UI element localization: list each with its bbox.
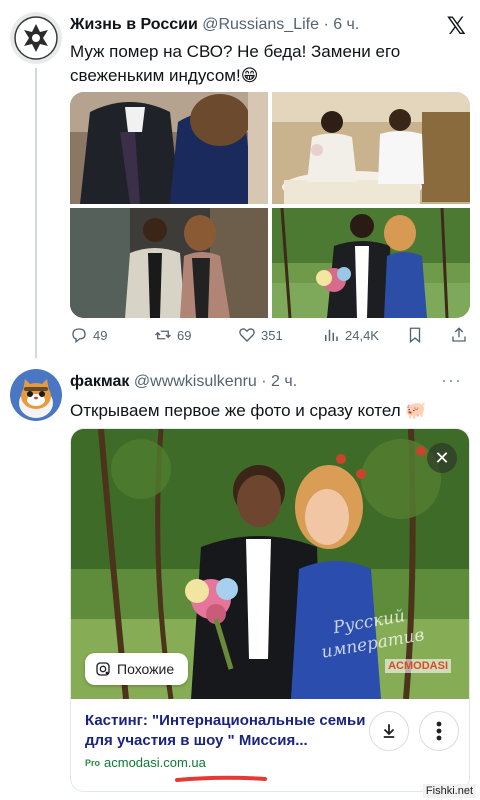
tweet-1-header: Жизнь в России @Russians_Life · 6 ч. bbox=[70, 16, 359, 34]
views-button[interactable]: 24,4K bbox=[322, 326, 379, 344]
views-icon bbox=[325, 329, 338, 341]
x-logo-icon[interactable]: 𝕏 bbox=[447, 12, 466, 41]
result-photo[interactable]: Русский императив ACMODASI ✕ Похожие bbox=[71, 429, 469, 699]
source-favicon: Pro bbox=[85, 757, 101, 768]
photo-4[interactable] bbox=[272, 208, 470, 318]
handle[interactable]: @wwwkisulkenru bbox=[134, 373, 257, 390]
tweet-2-header: факмак @wwwkisulkenru · 2 ч. bbox=[70, 373, 297, 391]
photo-3[interactable] bbox=[70, 208, 268, 318]
lens-result-card[interactable]: Русский императив ACMODASI ✕ Похожие Кас… bbox=[70, 428, 470, 792]
download-icon bbox=[383, 724, 395, 738]
vertical-dots-icon bbox=[436, 721, 442, 741]
watermark-logo: ACMODASI bbox=[385, 659, 451, 673]
photo-grid bbox=[70, 92, 470, 318]
thread-line bbox=[35, 68, 37, 358]
retweet-count: 69 bbox=[177, 327, 192, 343]
tweet-1-text: Муж помер на СВО? Не беда! Замени его св… bbox=[70, 42, 401, 85]
tweet-2-text: Открываем первое же фото и сразу котел 🐖 bbox=[70, 401, 427, 420]
avatar-emblem[interactable] bbox=[10, 12, 62, 64]
close-button[interactable]: ✕ bbox=[427, 443, 457, 473]
share-icon bbox=[452, 327, 466, 342]
like-count: 351 bbox=[261, 327, 283, 343]
similar-label: Похожие bbox=[117, 661, 175, 677]
tweet-1-actions: 49 69 351 24,4K bbox=[70, 326, 470, 348]
timestamp[interactable]: · 6 ч. bbox=[323, 16, 359, 33]
more-options-icon[interactable]: ··· bbox=[441, 370, 462, 391]
tweet-1: Жизнь в России @Russians_Life · 6 ч. 𝕏 М… bbox=[0, 0, 480, 358]
share-button[interactable] bbox=[450, 326, 468, 344]
source-domain: acmodasi.com.ua bbox=[104, 755, 206, 770]
reply-icon bbox=[72, 328, 86, 344]
lens-icon bbox=[96, 662, 110, 676]
site-watermark: Fishki.net bbox=[422, 784, 476, 798]
views-count: 24,4K bbox=[345, 327, 379, 343]
display-name[interactable]: факмак bbox=[70, 373, 129, 390]
bookmark-icon bbox=[409, 327, 421, 344]
like-button[interactable]: 351 bbox=[238, 326, 283, 344]
photo-2[interactable] bbox=[272, 92, 470, 204]
photo-1[interactable] bbox=[70, 92, 268, 204]
result-title[interactable]: Кастинг: "Интернациональные семьи для уч… bbox=[85, 711, 385, 751]
retweet-icon bbox=[155, 330, 171, 340]
reply-count: 49 bbox=[93, 327, 108, 343]
bookmark-button[interactable] bbox=[406, 326, 424, 344]
handle[interactable]: @Russians_Life bbox=[202, 16, 319, 33]
heart-icon bbox=[239, 328, 255, 342]
result-source[interactable]: Pro acmodasi.com.ua bbox=[85, 755, 206, 770]
timestamp[interactable]: · 2 ч. bbox=[261, 373, 297, 390]
avatar-cat[interactable] bbox=[10, 369, 62, 421]
more-options-button[interactable] bbox=[419, 711, 459, 751]
similar-button[interactable]: Похожие bbox=[85, 653, 189, 685]
retweet-button[interactable]: 69 bbox=[154, 326, 191, 344]
red-underline-annotation bbox=[175, 775, 267, 782]
reply-button[interactable]: 49 bbox=[70, 326, 107, 344]
download-button[interactable] bbox=[369, 711, 409, 751]
display-name[interactable]: Жизнь в России bbox=[70, 16, 198, 33]
